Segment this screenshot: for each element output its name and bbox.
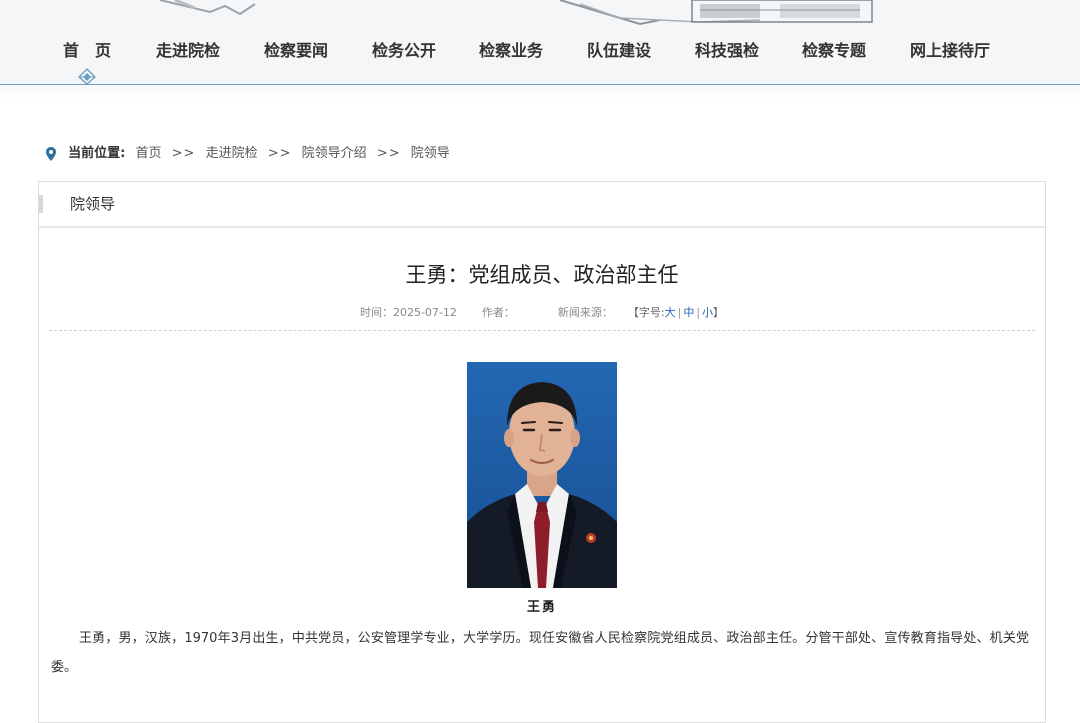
- font-size-medium-link[interactable]: 中: [683, 306, 694, 319]
- nav-item-affairs[interactable]: 检务公开: [372, 38, 436, 64]
- breadcrumb-separator: >>: [376, 146, 401, 161]
- publish-date: 2025-07-12: [392, 306, 457, 319]
- article-meta: 时间：2025-07-12 作者： 新闻来源： 【字号:大 | 中 | 小】: [39, 305, 1045, 321]
- breadcrumb-leaders-intro[interactable]: 院领导介绍: [302, 146, 367, 161]
- font-size-controls: 【字号:大 | 中 | 小】: [627, 306, 725, 319]
- panel-title: 院领导: [70, 195, 116, 213]
- breadcrumb-home[interactable]: 首页: [135, 146, 161, 161]
- font-size-small-link[interactable]: 小: [702, 306, 713, 319]
- font-size-close: 】: [713, 306, 725, 319]
- nav-item-news[interactable]: 检察要闻: [264, 38, 328, 64]
- panel-header: 院领导: [39, 182, 1045, 228]
- main-nav: 首 页 走进院检 检察要闻 检务公开 检察业务 队伍建设 科技强检 检察专题 网…: [0, 38, 1080, 64]
- active-nav-marker-icon: [78, 68, 96, 84]
- font-size-label: 【字号:: [627, 306, 665, 319]
- nav-item-tech[interactable]: 科技强检: [695, 38, 759, 64]
- nav-item-topics[interactable]: 检察专题: [802, 38, 866, 64]
- header-shadow: [0, 85, 1080, 101]
- time-label: 时间：: [359, 306, 393, 319]
- photo-caption: 王勇: [526, 600, 557, 615]
- author-label: 作者：: [481, 306, 515, 319]
- panel-header-accent: [39, 195, 43, 213]
- title-divider: [49, 330, 1035, 331]
- site-header: 首 页 走进院检 检察要闻 检务公开 检察业务 队伍建设 科技强检 检察专题 网…: [0, 0, 1080, 85]
- font-size-large-link[interactable]: 大: [665, 306, 676, 319]
- breadcrumb: 当前位置: 首页 >> 走进院检 >> 院领导介绍 >> 院领导: [46, 144, 450, 164]
- breadcrumb-separator: >>: [171, 146, 196, 161]
- breadcrumb-about[interactable]: 走进院检: [206, 146, 258, 161]
- banner-artwork: [159, 0, 873, 26]
- breadcrumb-label: 当前位置:: [68, 146, 126, 161]
- nav-item-home[interactable]: 首 页: [63, 38, 111, 64]
- nav-item-business[interactable]: 检察业务: [479, 38, 543, 64]
- content-panel: 院领导 王勇：党组成员、政治部主任 时间：2025-07-12 作者： 新闻来源…: [38, 181, 1046, 723]
- source-label: 新闻来源：: [557, 306, 613, 319]
- nav-item-about[interactable]: 走进院检: [156, 38, 220, 64]
- breadcrumb-separator: >>: [267, 146, 292, 161]
- biography-text: 王勇，男，汉族，1970年3月出生，中共党员，公安管理学专业，大学学历。现任安徽…: [51, 631, 1029, 675]
- nav-item-reception[interactable]: 网上接待厅: [910, 38, 990, 64]
- article-title: 王勇：党组成员、政治部主任: [405, 263, 679, 287]
- portrait-photo: [467, 362, 617, 588]
- breadcrumb-leaders[interactable]: 院领导: [411, 146, 450, 161]
- location-pin-icon: [46, 146, 56, 161]
- nav-item-team[interactable]: 队伍建设: [587, 38, 651, 64]
